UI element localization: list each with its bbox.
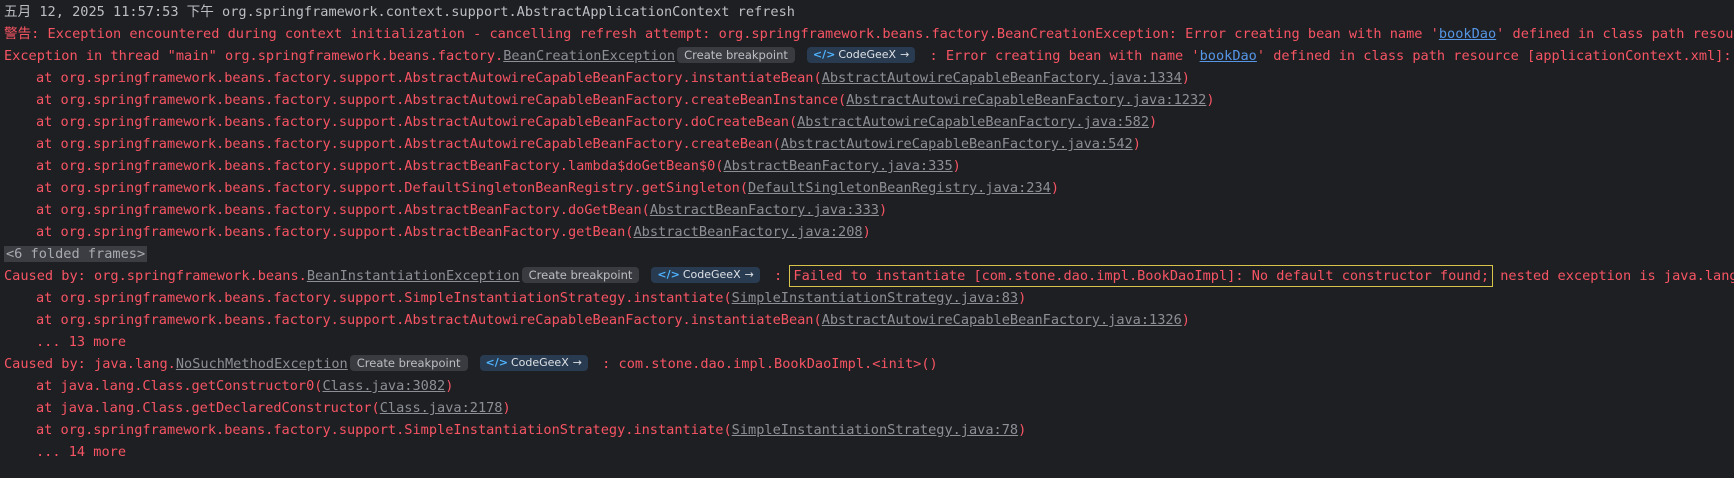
caused-by-line: Caused by: java.lang.NoSuchMethodExcepti… xyxy=(4,355,938,372)
stack-frame: at org.springframework.beans.factory.sup… xyxy=(36,422,1027,438)
source-link[interactable]: AbstractAutowireCapableBeanFactory.java:… xyxy=(781,136,1133,152)
arrow-right-icon: → xyxy=(572,356,582,369)
source-link[interactable]: AbstractAutowireCapableBeanFactory.java:… xyxy=(822,70,1182,86)
arrow-right-icon: → xyxy=(900,48,910,61)
source-link[interactable]: AbstractBeanFactory.java:335 xyxy=(723,158,952,174)
source-link[interactable]: SimpleInstantiationStrategy.java:78 xyxy=(732,422,1018,438)
stack-frame: at org.springframework.beans.factory.sup… xyxy=(36,92,1215,108)
folded-frames-line: <6 folded frames> xyxy=(0,243,1734,265)
stack-frame: at org.springframework.beans.factory.sup… xyxy=(36,224,871,240)
exception-header-line: Exception in thread "main" org.springfra… xyxy=(4,47,1732,64)
bean-name-link[interactable]: bookDao xyxy=(1439,26,1496,42)
warning-line: 警告: Exception encountered during context… xyxy=(4,26,1734,42)
source-link[interactable]: DefaultSingletonBeanRegistry.java:234 xyxy=(748,180,1051,196)
stack-frame: at java.lang.Class.getDeclaredConstructo… xyxy=(36,400,511,416)
source-link[interactable]: AbstractBeanFactory.java:333 xyxy=(650,202,879,218)
source-link[interactable]: AbstractAutowireCapableBeanFactory.java:… xyxy=(846,92,1206,108)
stack-frame: at org.springframework.beans.factory.sup… xyxy=(36,70,1190,86)
run-console-output: 五月 12, 2025 11:57:53 下午 org.springframew… xyxy=(0,0,1734,463)
codegeex-button[interactable]: </> CodeGeeX → xyxy=(806,47,916,63)
stack-frame: at org.springframework.beans.factory.sup… xyxy=(36,202,888,218)
stack-frame: at org.springframework.beans.factory.sup… xyxy=(36,114,1158,130)
stack-frame: at java.lang.Class.getConstructor0(Class… xyxy=(36,378,454,394)
exception-class-link[interactable]: NoSuchMethodException xyxy=(176,356,348,372)
source-link[interactable]: Class.java:2178 xyxy=(380,400,503,416)
codegeex-logo-icon: </> xyxy=(485,356,508,369)
exception-class-link[interactable]: BeanInstantiationException xyxy=(307,268,520,284)
arrow-right-icon: → xyxy=(744,268,754,281)
log-timestamp-line: 五月 12, 2025 11:57:53 下午 org.springframew… xyxy=(4,4,795,20)
caused-by-line: Caused by: org.springframework.beans.Bea… xyxy=(4,265,1734,287)
highlighted-error-message: Failed to instantiate [com.stone.dao.imp… xyxy=(789,265,1494,287)
source-link[interactable]: Class.java:3082 xyxy=(322,378,445,394)
more-frames: ... 13 more xyxy=(36,334,127,350)
codegeex-logo-icon: </> xyxy=(812,48,836,61)
codegeex-logo-icon: </> xyxy=(657,268,680,281)
stack-frame: at org.springframework.beans.factory.sup… xyxy=(36,158,961,174)
codegeex-button[interactable]: </> CodeGeeX → xyxy=(651,267,760,283)
create-breakpoint-button[interactable]: Create breakpoint xyxy=(677,47,795,63)
source-link[interactable]: SimpleInstantiationStrategy.java:83 xyxy=(732,290,1018,306)
stack-frame: at org.springframework.beans.factory.sup… xyxy=(36,180,1060,196)
codegeex-button[interactable]: </> CodeGeeX → xyxy=(479,355,588,371)
folded-frames-toggle[interactable]: <6 folded frames> xyxy=(4,246,148,262)
stack-frame: at org.springframework.beans.factory.sup… xyxy=(36,312,1190,328)
source-link[interactable]: AbstractBeanFactory.java:208 xyxy=(633,224,862,240)
stack-frame: at org.springframework.beans.factory.sup… xyxy=(36,136,1141,152)
bean-name-link[interactable]: bookDao xyxy=(1200,48,1257,64)
source-link[interactable]: AbstractAutowireCapableBeanFactory.java:… xyxy=(822,312,1182,328)
exception-class-link[interactable]: BeanCreationException xyxy=(503,48,675,64)
create-breakpoint-button[interactable]: Create breakpoint xyxy=(349,355,468,371)
create-breakpoint-button[interactable]: Create breakpoint xyxy=(521,267,640,283)
stack-frame: at org.springframework.beans.factory.sup… xyxy=(36,290,1027,306)
more-frames: ... 14 more xyxy=(36,444,127,460)
source-link[interactable]: AbstractAutowireCapableBeanFactory.java:… xyxy=(797,114,1149,130)
